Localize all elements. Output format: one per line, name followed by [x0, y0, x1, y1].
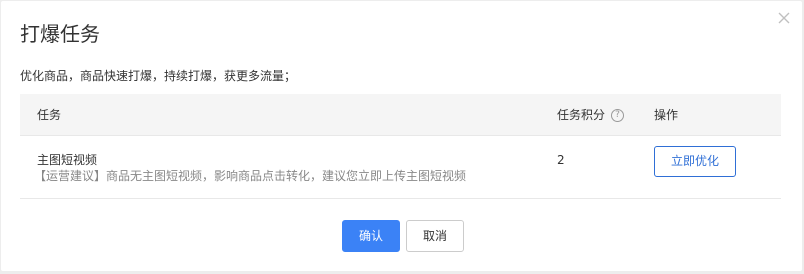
header-score-label: 任务积分 — [557, 108, 606, 122]
table-header: 任务 任务积分 ? 操作 — [20, 94, 781, 136]
dialog-subtitle: 优化商品，商品快速打爆，持续打爆，获更多流量； — [20, 69, 297, 83]
header-score: 任务积分 ? — [557, 94, 625, 136]
table-row: 主图短视频 【运营建议】商品无主图短视频，影响商品点击转化，建议您立即上传主图短… — [20, 136, 781, 199]
cancel-button[interactable]: 取消 — [406, 220, 464, 252]
task-table: 任务 任务积分 ? 操作 主图短视频 【运营建议】商品无主图短视频，影响商品点击… — [20, 94, 781, 199]
confirm-button[interactable]: 确认 — [342, 220, 400, 252]
dialog-title: 打爆任务 — [20, 22, 100, 46]
header-action: 操作 — [654, 108, 679, 122]
optimize-now-button[interactable]: 立即优化 — [654, 146, 736, 177]
task-name: 主图短视频 — [37, 153, 98, 167]
question-circle-icon[interactable]: ? — [611, 108, 625, 122]
header-task: 任务 — [37, 108, 62, 122]
close-icon[interactable] — [777, 11, 791, 25]
task-score: 2 — [557, 153, 565, 167]
task-dialog: 打爆任务 优化商品，商品快速打爆，持续打爆，获更多流量； 任务 任务积分 ? 操… — [1, 1, 802, 271]
task-tip: 【运营建议】商品无主图短视频，影响商品点击转化，建议您立即上传主图短视频 — [34, 169, 467, 183]
